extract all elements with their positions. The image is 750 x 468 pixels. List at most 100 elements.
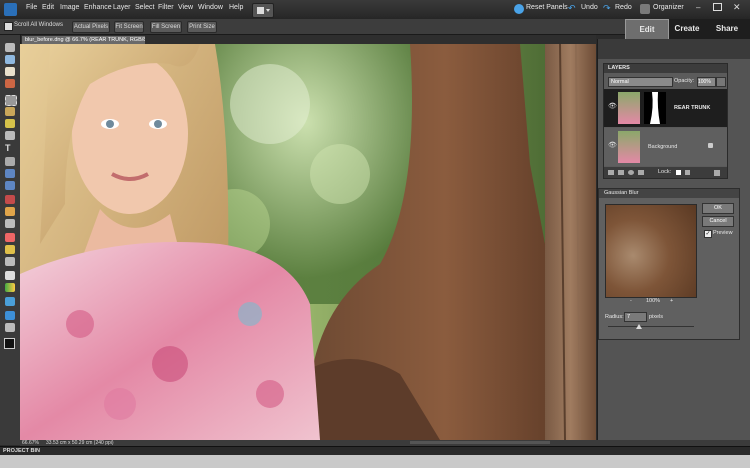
horizontal-scrollbar[interactable] (410, 441, 550, 444)
adjustment-layer-icon[interactable] (628, 170, 634, 175)
redo-icon[interactable]: ↷ (603, 3, 611, 14)
opacity-slider-button[interactable] (716, 77, 726, 87)
actual-pixels-button[interactable]: Actual Pixels (72, 21, 110, 33)
recompose-tool-icon[interactable] (5, 181, 15, 190)
clone-stamp-tool-icon[interactable] (5, 219, 15, 228)
shape-tool-icon[interactable] (5, 297, 15, 306)
organizer-icon[interactable] (640, 4, 650, 14)
blur-preview[interactable] (605, 204, 697, 298)
zoom-tool-icon[interactable] (5, 55, 15, 64)
radius-unit: pixels (649, 314, 664, 320)
layers-panel: LAYERS Normal Opacity: 100% 👁 REAR TRUNK… (603, 63, 728, 179)
new-group-icon[interactable] (618, 170, 624, 175)
maximize-icon[interactable] (713, 3, 722, 11)
menu-file[interactable]: File (26, 4, 37, 11)
lasso-tool-icon[interactable] (5, 107, 15, 116)
bottom-bar (0, 455, 750, 468)
move-tool-icon[interactable] (5, 43, 15, 52)
paint-bucket-tool-icon[interactable] (5, 271, 15, 280)
menu-help[interactable]: Help (229, 4, 243, 11)
zoom-out-button[interactable]: - (630, 298, 632, 304)
hand-tool-icon[interactable] (5, 67, 15, 76)
app-logo-icon (4, 3, 17, 16)
radius-label: Radius: (605, 314, 624, 320)
minimize-icon[interactable]: – (696, 3, 700, 12)
layer-row-background[interactable]: 👁 Background (604, 128, 727, 166)
eye-visibility-icon[interactable]: 👁 (608, 141, 617, 149)
lock-transparent-icon[interactable] (676, 170, 681, 175)
lock-label: Lock: (658, 169, 672, 175)
gaussian-blur-dialog: Gaussian Blur OK Cancel ✓ Preview - 100%… (598, 188, 740, 340)
eyedropper-tool-icon[interactable] (5, 79, 15, 88)
layer-thumbnail (618, 92, 640, 124)
red-eye-tool-icon[interactable] (5, 195, 15, 204)
zoom-in-button[interactable]: + (670, 298, 673, 304)
type-tool-icon[interactable]: T (5, 143, 11, 153)
print-size-button[interactable]: Print Size (187, 21, 217, 33)
organizer-button[interactable]: Organizer (653, 4, 684, 11)
tab-create[interactable]: Create (667, 19, 707, 39)
blur-tool-icon[interactable] (5, 311, 15, 320)
new-layer-icon[interactable] (608, 170, 614, 175)
menu-edit[interactable]: Edit (42, 4, 54, 11)
workspace-layout-button[interactable] (252, 3, 274, 18)
preview-checkbox[interactable]: ✓ (704, 230, 712, 238)
menu-image[interactable]: Image (60, 4, 79, 11)
blend-mode-select[interactable]: Normal (608, 77, 673, 87)
menu-filter[interactable]: Filter (158, 4, 174, 11)
layer-thumbnail (618, 131, 640, 163)
layers-panel-title: LAYERS (608, 65, 630, 71)
document-tab[interactable]: blur_before.dng @ 66.7% (REAR TRUNK, RGB… (22, 36, 145, 44)
image-canvas[interactable] (20, 44, 596, 440)
menu-view[interactable]: View (178, 4, 193, 11)
crop-tool-icon[interactable] (5, 157, 15, 166)
magic-wand-tool-icon[interactable] (5, 119, 15, 128)
menu-enhance[interactable]: Enhance (84, 4, 112, 11)
menu-window[interactable]: Window (198, 4, 223, 11)
fill-screen-button[interactable]: Fill Screen (150, 21, 182, 33)
reset-panels-button[interactable]: Reset Panels (526, 4, 568, 11)
selection-brush-tool-icon[interactable] (5, 131, 15, 140)
tab-edit[interactable]: Edit (625, 19, 669, 41)
layer-row-rear-trunk[interactable]: 👁 REAR TRUNK (604, 89, 727, 127)
brush-tool-icon[interactable] (5, 245, 15, 254)
toolbox: T (0, 35, 21, 445)
dialog-title: Gaussian Blur (604, 190, 639, 196)
reset-panels-icon[interactable] (514, 4, 524, 14)
ok-button[interactable]: OK (702, 203, 734, 214)
eye-visibility-icon[interactable]: 👁 (608, 102, 617, 110)
redo-button[interactable]: Redo (615, 4, 632, 11)
cookie-cutter-tool-icon[interactable] (5, 169, 15, 178)
project-bin-label[interactable]: PROJECT BIN (3, 448, 40, 454)
menu-select[interactable]: Select (135, 4, 154, 11)
radius-slider-track[interactable] (608, 326, 694, 327)
radius-input[interactable]: 7 (624, 312, 647, 322)
close-icon[interactable]: ✕ (733, 2, 741, 13)
scroll-all-windows-checkbox[interactable] (4, 22, 13, 31)
undo-icon[interactable]: ↶ (568, 3, 576, 14)
healing-brush-tool-icon[interactable] (5, 207, 15, 216)
layer-mask-icon[interactable] (638, 170, 644, 175)
undo-button[interactable]: Undo (581, 4, 598, 11)
trash-icon[interactable] (714, 170, 720, 176)
layer-mask-thumbnail (644, 92, 666, 124)
lock-all-icon[interactable] (685, 170, 690, 175)
cancel-button[interactable]: Cancel (702, 216, 734, 227)
tab-share[interactable]: Share (707, 19, 747, 39)
menu-layer[interactable]: Layer (113, 4, 131, 11)
radius-slider-handle[interactable] (636, 324, 642, 329)
gradient-tool-icon[interactable] (5, 283, 15, 292)
layers-footer: Lock: (604, 167, 727, 178)
menu-bar: File Edit Image Enhance Layer Select Fil… (0, 0, 750, 20)
sponge-tool-icon[interactable] (5, 323, 15, 332)
opacity-input[interactable]: 100% (697, 77, 716, 87)
lock-icon (708, 143, 713, 148)
scroll-all-windows-label: Scroll All Windows (14, 22, 64, 28)
smart-brush-tool-icon[interactable] (5, 257, 15, 266)
eraser-tool-icon[interactable] (5, 233, 15, 242)
panel-bin-header (598, 39, 750, 59)
foreground-color-swatch[interactable] (4, 338, 15, 349)
options-bar: Scroll All Windows Actual Pixels Fit Scr… (0, 19, 640, 35)
fit-screen-button[interactable]: Fit Screen (114, 21, 144, 33)
marquee-tool-icon[interactable] (5, 95, 17, 106)
